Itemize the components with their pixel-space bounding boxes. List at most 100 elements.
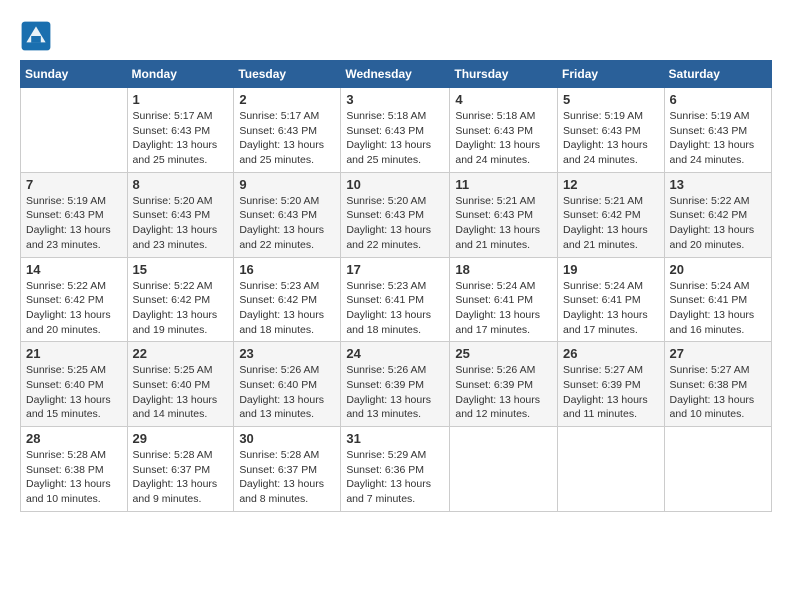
day-info: Sunrise: 5:24 AM Sunset: 6:41 PM Dayligh… [670,279,766,338]
day-number: 19 [563,262,659,277]
day-info: Sunrise: 5:28 AM Sunset: 6:37 PM Dayligh… [133,448,229,507]
day-number: 31 [346,431,444,446]
day-number: 6 [670,92,766,107]
day-number: 4 [455,92,552,107]
calendar-cell: 22 Sunrise: 5:25 AM Sunset: 6:40 PM Dayli… [127,342,234,427]
day-info: Sunrise: 5:25 AM Sunset: 6:40 PM Dayligh… [26,363,122,422]
calendar-cell: 13 Sunrise: 5:22 AM Sunset: 6:42 PM Dayli… [664,172,771,257]
calendar-cell: 30 Sunrise: 5:28 AM Sunset: 6:37 PM Dayli… [234,427,341,512]
col-header-thursday: Thursday [450,61,558,88]
col-header-friday: Friday [558,61,665,88]
week-row-5: 28 Sunrise: 5:28 AM Sunset: 6:38 PM Dayli… [21,427,772,512]
day-info: Sunrise: 5:17 AM Sunset: 6:43 PM Dayligh… [239,109,335,168]
calendar-cell: 24 Sunrise: 5:26 AM Sunset: 6:39 PM Dayli… [341,342,450,427]
calendar-cell: 4 Sunrise: 5:18 AM Sunset: 6:43 PM Daylig… [450,88,558,173]
day-number: 27 [670,346,766,361]
calendar-cell: 23 Sunrise: 5:26 AM Sunset: 6:40 PM Dayli… [234,342,341,427]
day-info: Sunrise: 5:27 AM Sunset: 6:38 PM Dayligh… [670,363,766,422]
day-info: Sunrise: 5:19 AM Sunset: 6:43 PM Dayligh… [563,109,659,168]
calendar-cell: 21 Sunrise: 5:25 AM Sunset: 6:40 PM Dayli… [21,342,128,427]
day-number: 22 [133,346,229,361]
calendar-cell: 16 Sunrise: 5:23 AM Sunset: 6:42 PM Dayli… [234,257,341,342]
week-row-1: 1 Sunrise: 5:17 AM Sunset: 6:43 PM Daylig… [21,88,772,173]
day-number: 7 [26,177,122,192]
day-info: Sunrise: 5:19 AM Sunset: 6:43 PM Dayligh… [670,109,766,168]
calendar-cell: 20 Sunrise: 5:24 AM Sunset: 6:41 PM Dayli… [664,257,771,342]
calendar-cell: 7Sunrise: 5:19 AM Sunset: 6:43 PM Daylig… [21,172,128,257]
calendar-cell: 31Sunrise: 5:29 AM Sunset: 6:36 PM Dayli… [341,427,450,512]
day-number: 30 [239,431,335,446]
calendar-cell: 28 Sunrise: 5:28 AM Sunset: 6:38 PM Dayli… [21,427,128,512]
day-info: Sunrise: 5:21 AM Sunset: 6:42 PM Dayligh… [563,194,659,253]
day-number: 5 [563,92,659,107]
day-number: 17 [346,262,444,277]
calendar-cell: 5 Sunrise: 5:19 AM Sunset: 6:43 PM Daylig… [558,88,665,173]
header-row: SundayMondayTuesdayWednesdayThursdayFrid… [21,61,772,88]
col-header-monday: Monday [127,61,234,88]
day-number: 26 [563,346,659,361]
calendar-cell: 18 Sunrise: 5:24 AM Sunset: 6:41 PM Dayli… [450,257,558,342]
day-info: Sunrise: 5:23 AM Sunset: 6:42 PM Dayligh… [239,279,335,338]
calendar-cell: 17 Sunrise: 5:23 AM Sunset: 6:41 PM Dayli… [341,257,450,342]
logo [20,20,58,52]
logo-icon [20,20,52,52]
day-number: 21 [26,346,122,361]
day-number: 18 [455,262,552,277]
day-info: Sunrise: 5:28 AM Sunset: 6:38 PM Dayligh… [26,448,122,507]
calendar-cell [450,427,558,512]
calendar-cell: 12 Sunrise: 5:21 AM Sunset: 6:42 PM Dayli… [558,172,665,257]
day-info: Sunrise: 5:22 AM Sunset: 6:42 PM Dayligh… [133,279,229,338]
calendar-cell: 1 Sunrise: 5:17 AM Sunset: 6:43 PM Daylig… [127,88,234,173]
calendar-cell: 15Sunrise: 5:22 AM Sunset: 6:42 PM Dayli… [127,257,234,342]
day-info: Sunrise: 5:24 AM Sunset: 6:41 PM Dayligh… [455,279,552,338]
calendar-cell: 25Sunrise: 5:26 AM Sunset: 6:39 PM Dayli… [450,342,558,427]
col-header-wednesday: Wednesday [341,61,450,88]
day-info: Sunrise: 5:28 AM Sunset: 6:37 PM Dayligh… [239,448,335,507]
calendar-cell: 2 Sunrise: 5:17 AM Sunset: 6:43 PM Daylig… [234,88,341,173]
day-info: Sunrise: 5:20 AM Sunset: 6:43 PM Dayligh… [346,194,444,253]
day-number: 24 [346,346,444,361]
day-number: 28 [26,431,122,446]
day-number: 13 [670,177,766,192]
day-number: 8 [133,177,229,192]
calendar-cell: 19Sunrise: 5:24 AM Sunset: 6:41 PM Dayli… [558,257,665,342]
day-number: 20 [670,262,766,277]
day-info: Sunrise: 5:23 AM Sunset: 6:41 PM Dayligh… [346,279,444,338]
calendar-cell: 26 Sunrise: 5:27 AM Sunset: 6:39 PM Dayli… [558,342,665,427]
day-info: Sunrise: 5:18 AM Sunset: 6:43 PM Dayligh… [455,109,552,168]
col-header-saturday: Saturday [664,61,771,88]
calendar-cell: 9 Sunrise: 5:20 AM Sunset: 6:43 PM Daylig… [234,172,341,257]
day-number: 23 [239,346,335,361]
day-info: Sunrise: 5:26 AM Sunset: 6:40 PM Dayligh… [239,363,335,422]
calendar-cell [558,427,665,512]
day-number: 25 [455,346,552,361]
day-info: Sunrise: 5:21 AM Sunset: 6:43 PM Dayligh… [455,194,552,253]
col-header-sunday: Sunday [21,61,128,88]
calendar-cell: 29 Sunrise: 5:28 AM Sunset: 6:37 PM Dayli… [127,427,234,512]
day-info: Sunrise: 5:18 AM Sunset: 6:43 PM Dayligh… [346,109,444,168]
day-number: 12 [563,177,659,192]
calendar-cell: 10Sunrise: 5:20 AM Sunset: 6:43 PM Dayli… [341,172,450,257]
day-info: Sunrise: 5:17 AM Sunset: 6:43 PM Dayligh… [133,109,229,168]
day-info: Sunrise: 5:22 AM Sunset: 6:42 PM Dayligh… [26,279,122,338]
page-header [20,20,772,52]
day-info: Sunrise: 5:27 AM Sunset: 6:39 PM Dayligh… [563,363,659,422]
week-row-2: 7Sunrise: 5:19 AM Sunset: 6:43 PM Daylig… [21,172,772,257]
day-number: 14 [26,262,122,277]
calendar-cell: 14 Sunrise: 5:22 AM Sunset: 6:42 PM Dayli… [21,257,128,342]
day-info: Sunrise: 5:22 AM Sunset: 6:42 PM Dayligh… [670,194,766,253]
week-row-4: 21 Sunrise: 5:25 AM Sunset: 6:40 PM Dayli… [21,342,772,427]
day-info: Sunrise: 5:25 AM Sunset: 6:40 PM Dayligh… [133,363,229,422]
calendar-cell: 3Sunrise: 5:18 AM Sunset: 6:43 PM Daylig… [341,88,450,173]
day-number: 9 [239,177,335,192]
day-number: 29 [133,431,229,446]
col-header-tuesday: Tuesday [234,61,341,88]
calendar-cell [21,88,128,173]
day-number: 2 [239,92,335,107]
day-number: 16 [239,262,335,277]
calendar-table: SundayMondayTuesdayWednesdayThursdayFrid… [20,60,772,512]
day-info: Sunrise: 5:20 AM Sunset: 6:43 PM Dayligh… [239,194,335,253]
calendar-cell: 6 Sunrise: 5:19 AM Sunset: 6:43 PM Daylig… [664,88,771,173]
day-number: 1 [133,92,229,107]
day-info: Sunrise: 5:26 AM Sunset: 6:39 PM Dayligh… [346,363,444,422]
